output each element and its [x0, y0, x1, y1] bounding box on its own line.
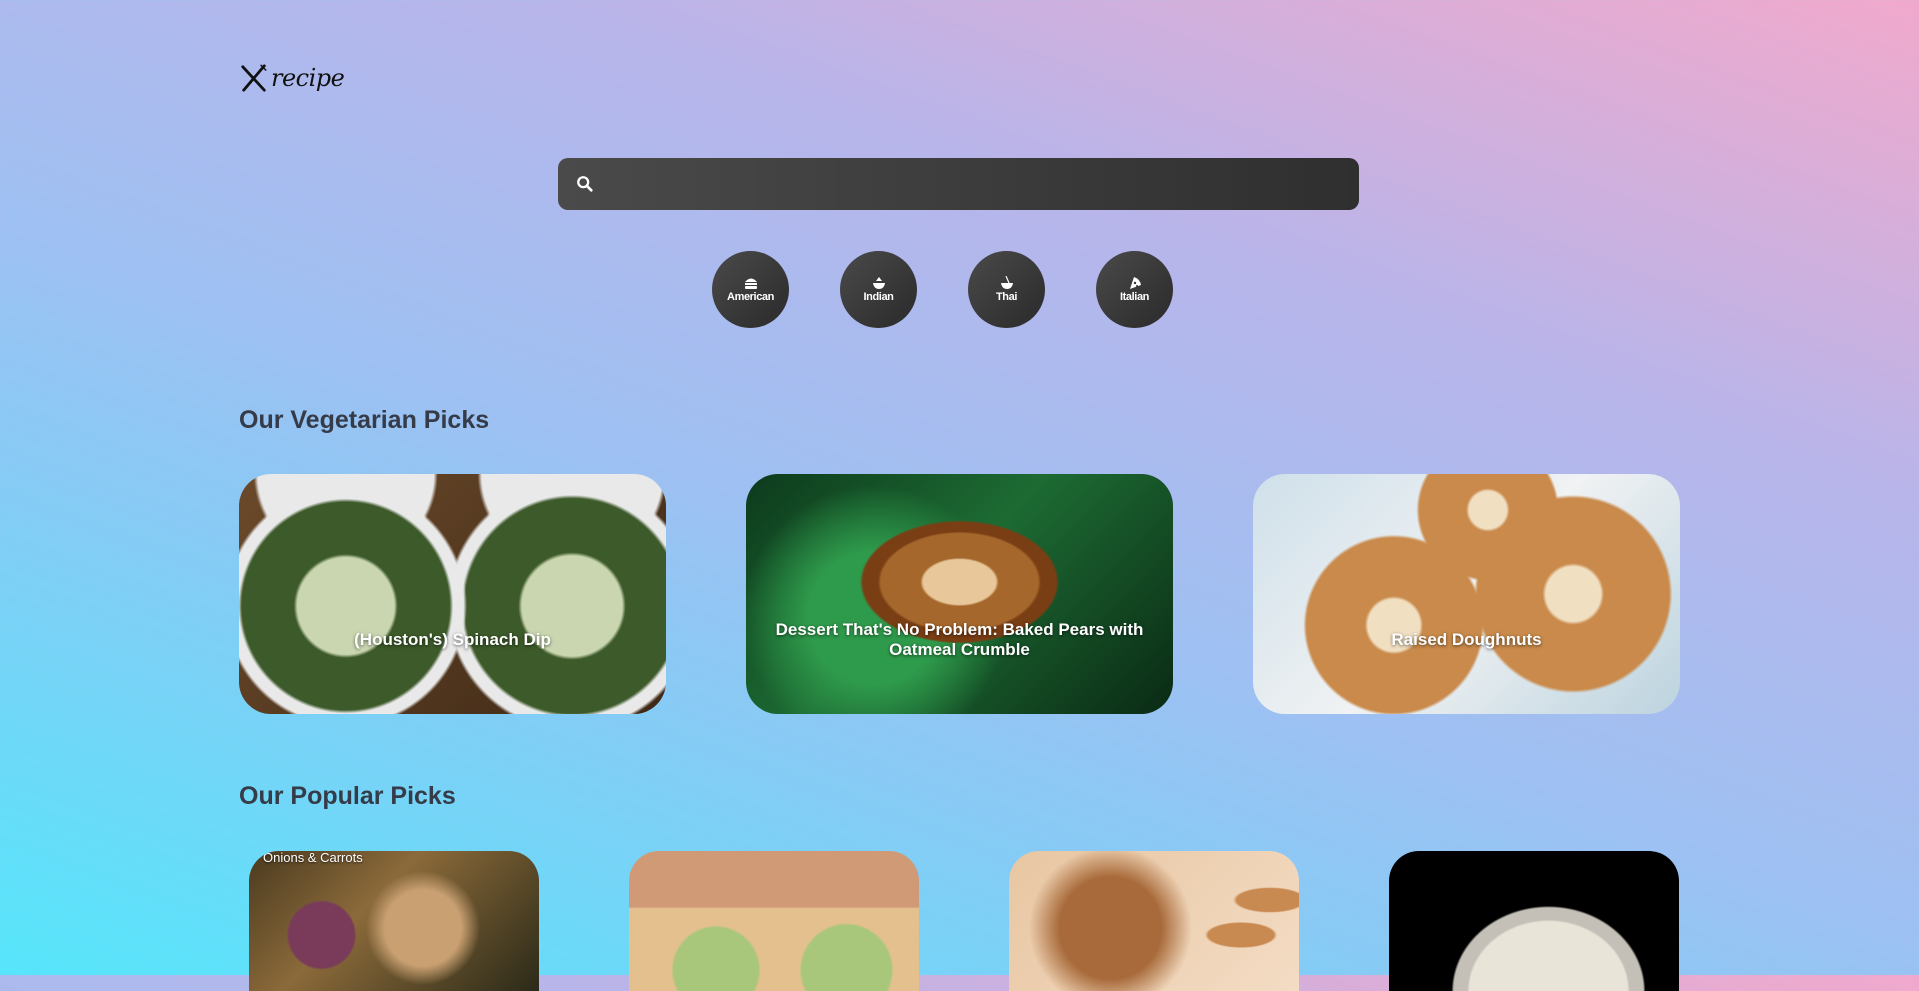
- brand-name: recipe: [271, 64, 345, 92]
- cuisine-label: American: [727, 291, 774, 303]
- recipe-card[interactable]: Raised Doughnuts: [1253, 474, 1680, 714]
- cuisine-list: American Indian Thai Italian: [712, 251, 1173, 328]
- search-bar[interactable]: [558, 158, 1359, 210]
- section-title-popular: Our Popular Picks: [239, 782, 456, 810]
- search-icon: [577, 176, 593, 192]
- recipe-title: Onions & Carrots: [263, 851, 363, 865]
- utensils-icon: [241, 64, 267, 92]
- recipe-card[interactable]: [629, 851, 919, 991]
- hamburger-icon: [744, 278, 757, 289]
- cuisine-american-button[interactable]: American: [712, 251, 789, 328]
- noodle-bowl-icon: [1000, 276, 1013, 289]
- pizza-icon: [1129, 277, 1141, 289]
- cuisine-label: Italian: [1120, 291, 1149, 303]
- recipe-card[interactable]: (Houston's) Spinach Dip: [239, 474, 666, 714]
- recipe-card[interactable]: Onions & Carrots: [249, 851, 539, 991]
- cuisine-indian-button[interactable]: Indian: [840, 251, 917, 328]
- section-title-vegetarian: Our Vegetarian Picks: [239, 406, 490, 434]
- cuisine-label: Indian: [863, 291, 894, 303]
- recipe-title: (Houston's) Spinach Dip: [354, 630, 551, 649]
- brand-logo[interactable]: recipe: [239, 62, 345, 94]
- cuisine-thai-button[interactable]: Thai: [968, 251, 1045, 328]
- cuisine-italian-button[interactable]: Italian: [1096, 251, 1173, 328]
- cuisine-label: Thai: [995, 291, 1017, 303]
- curry-pot-icon: [872, 277, 885, 289]
- recipe-card[interactable]: [1389, 851, 1679, 991]
- recipe-card[interactable]: [1009, 851, 1299, 991]
- search-input[interactable]: [594, 158, 1359, 210]
- recipe-card[interactable]: Dessert That's No Problem: Baked Pears w…: [746, 474, 1173, 714]
- recipe-title: Dessert That's No Problem: Baked Pears w…: [775, 620, 1144, 659]
- recipe-title: Raised Doughnuts: [1391, 630, 1542, 649]
